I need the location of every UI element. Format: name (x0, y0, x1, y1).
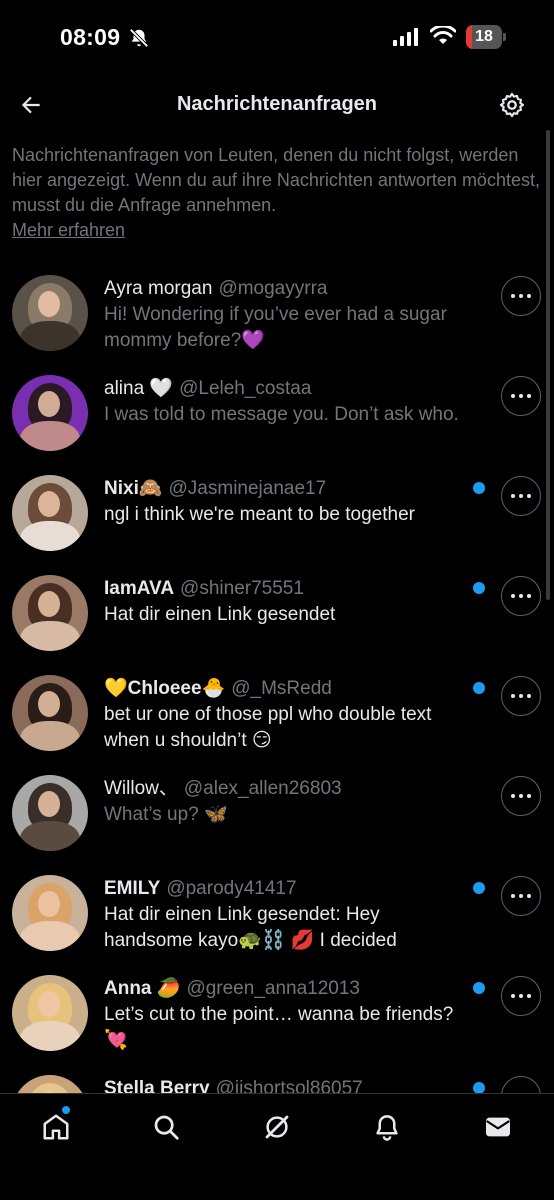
battery-indicator: 18 (466, 25, 506, 49)
sender-name: Ayra morgan (104, 278, 213, 299)
sender-handle: @_MsRedd (231, 678, 332, 699)
message-preview: Let’s cut to the point… wanna be friends… (104, 1004, 454, 1051)
more-options-button[interactable] (501, 976, 541, 1016)
intro-description: Nachrichtenanfragen von Leuten, denen du… (12, 145, 540, 215)
nav-home[interactable] (39, 1110, 73, 1144)
page-title: Nachrichtenanfragen (176, 93, 378, 115)
envelope-icon (486, 1117, 510, 1137)
avatar[interactable] (12, 875, 88, 951)
nav-search[interactable] (149, 1110, 183, 1144)
message-request-item[interactable]: alina 🤍 @Leleh_costaa I was told to messag… (0, 362, 554, 462)
bell-off-icon (129, 28, 149, 48)
avatar[interactable] (12, 975, 88, 1051)
settings-button[interactable] (495, 88, 529, 122)
more-options-button[interactable] (501, 776, 541, 816)
more-options-button[interactable] (501, 576, 541, 616)
home-notification-dot (62, 1106, 70, 1114)
sender-name: Willow、 (104, 778, 178, 799)
unread-dot (473, 982, 485, 994)
status-time: 08:09 (60, 24, 121, 50)
message-request-item[interactable]: IamAVA @shiner75551 Hat dir einen Link ges… (0, 562, 554, 662)
nav-messages[interactable] (481, 1110, 515, 1144)
sender-handle: @Leleh_costaa (179, 378, 312, 399)
message-request-item[interactable]: 💛Chloeee🐣 @_MsReddbet ur one of those ppl… (0, 662, 554, 762)
learn-more-link[interactable]: Mehr erfahren (12, 218, 125, 243)
sender-name: Nixi🙈 (104, 478, 163, 499)
message-preview: Hi! Wondering if you’ve ever had a sugar… (104, 304, 447, 351)
sender-name: Anna 🥭 (104, 978, 181, 999)
unread-dot (473, 582, 485, 594)
request-content: 💛Chloeee🐣 @_MsReddbet ur one of those ppl… (104, 676, 466, 754)
sender-handle: @mogayyrra (218, 278, 328, 299)
request-content: Willow、 @alex_allen26803 What’s up? 🦋 (104, 776, 466, 828)
message-request-item[interactable]: Nixi🙈 @Jasminejanae17 ngl i think we're me… (0, 462, 554, 562)
request-content: EMILY @parody41417 Hat dir einen Link gese… (104, 876, 466, 954)
status-bar: 08:09 18 (0, 0, 554, 76)
message-request-item[interactable]: EMILY @parody41417 Hat dir einen Link gese… (0, 862, 554, 962)
battery-level: 18 (475, 28, 493, 45)
message-preview: What’s up? 🦋 (104, 804, 228, 825)
message-preview: Hat dir einen Link gesendet (104, 604, 336, 625)
unread-dot (473, 882, 485, 894)
nav-notifications[interactable] (370, 1110, 404, 1144)
signal-icon (393, 28, 418, 46)
home-icon (43, 1114, 69, 1140)
bell-icon (376, 1115, 398, 1141)
sender-name: EMILY (104, 878, 161, 899)
avatar[interactable] (12, 675, 88, 751)
sender-handle: @alex_allen26803 (183, 778, 342, 799)
unread-dot (473, 682, 485, 694)
avatar[interactable] (12, 275, 88, 351)
more-options-button[interactable] (501, 876, 541, 916)
search-icon (154, 1115, 179, 1140)
sender-handle: @Jasminejanae17 (168, 478, 327, 499)
request-content: IamAVA @shiner75551 Hat dir einen Link ges… (104, 576, 466, 628)
sender-name: IamAVA (104, 578, 175, 599)
sender-handle: @shiner75551 (180, 578, 304, 599)
avatar[interactable] (12, 575, 88, 651)
avatar[interactable] (12, 375, 88, 451)
more-options-button[interactable] (501, 476, 541, 516)
more-options-button[interactable] (501, 376, 541, 416)
sender-name: 💛Chloeee🐣 (104, 678, 226, 699)
request-content: alina 🤍 @Leleh_costaa I was told to messag… (104, 376, 466, 428)
sender-handle: @parody41417 (166, 878, 297, 899)
wifi-icon (430, 26, 456, 44)
message-preview: Hat dir einen Link gesendet: Hey handsom… (104, 904, 397, 951)
message-request-item[interactable]: Willow、 @alex_allen26803 What’s up? 🦋 (0, 762, 554, 862)
gear-icon (499, 92, 525, 118)
message-preview: bet ur one of those ppl who double text … (104, 704, 432, 751)
more-options-button[interactable] (501, 676, 541, 716)
more-options-button[interactable] (501, 276, 541, 316)
message-preview: ngl i think we're meant to be together (104, 504, 415, 525)
request-content: Ayra morgan @mogayyrra Hi! Wondering if yo… (104, 276, 466, 354)
message-request-item[interactable]: Anna 🥭 @green_anna12013 Let’s cut to the p… (0, 962, 554, 1062)
header: Nachrichtenanfragen (0, 76, 554, 136)
sender-name: alina 🤍 (104, 378, 174, 399)
sender-handle: @green_anna12013 (186, 978, 360, 999)
grok-icon (265, 1115, 289, 1139)
unread-dot (473, 482, 485, 494)
bottom-nav (0, 1093, 554, 1200)
message-request-item[interactable]: Ayra morgan @mogayyrra Hi! Wondering if yo… (0, 262, 554, 362)
intro-text: Nachrichtenanfragen von Leuten, denen du… (12, 143, 542, 243)
request-content: Anna 🥭 @green_anna12013 Let’s cut to the p… (104, 976, 466, 1054)
nav-grok[interactable] (260, 1110, 294, 1144)
message-requests-list: Ayra morgan @mogayyrra Hi! Wondering if yo… (0, 262, 554, 1162)
avatar[interactable] (12, 775, 88, 851)
message-preview: I was told to message you. Don’t ask who… (104, 404, 459, 425)
request-content: Nixi🙈 @Jasminejanae17 ngl i think we're me… (104, 476, 466, 528)
avatar[interactable] (12, 475, 88, 551)
